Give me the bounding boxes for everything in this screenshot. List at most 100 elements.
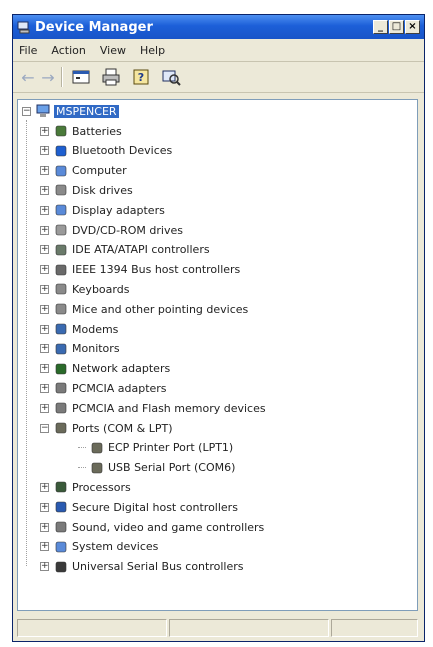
- title-bar[interactable]: Device Manager _ □ ×: [13, 15, 424, 39]
- expand-toggle-icon[interactable]: +: [40, 344, 49, 354]
- menu-action[interactable]: Action: [51, 44, 85, 57]
- expand-toggle-icon[interactable]: +: [40, 542, 49, 552]
- device-tree[interactable]: − MSPENCER + Batteries + Bluetooth Devices +…: [17, 99, 418, 611]
- print-button[interactable]: [99, 66, 123, 88]
- tree-item-label: Mice and other pointing devices: [72, 302, 249, 316]
- collapse-toggle-icon[interactable]: −: [22, 106, 31, 116]
- tree-category-item[interactable]: + PCMCIA and Flash memory devices: [40, 399, 266, 417]
- tree-item-label: USB Serial Port (COM6): [108, 461, 236, 475]
- expand-toggle-icon[interactable]: +: [40, 126, 49, 136]
- tree-category-item[interactable]: + IEEE 1394 Bus host controllers: [40, 261, 240, 279]
- tree-category-item[interactable]: + Monitors: [40, 340, 120, 358]
- tree-item-label: Keyboards: [72, 282, 130, 296]
- expand-toggle-icon[interactable]: +: [40, 225, 49, 235]
- collapse-toggle-icon[interactable]: −: [40, 423, 49, 433]
- mouse-icon: [55, 303, 67, 315]
- tree-category-item[interactable]: − Ports (COM & LPT): [40, 419, 173, 437]
- tree-item-label: PCMCIA and Flash memory devices: [72, 401, 266, 415]
- tree-category-item[interactable]: + PCMCIA adapters: [40, 379, 167, 397]
- expand-toggle-icon[interactable]: +: [40, 522, 49, 532]
- expand-toggle-icon[interactable]: +: [40, 562, 49, 572]
- tree-device-item[interactable]: ECP Printer Port (LPT1): [78, 439, 233, 457]
- tree-category-item[interactable]: + Mice and other pointing devices: [40, 300, 248, 318]
- expand-toggle-icon[interactable]: +: [40, 304, 49, 314]
- tree-category-item[interactable]: + IDE ATA/ATAPI controllers: [40, 241, 210, 259]
- sd-controller-icon: [55, 501, 67, 513]
- network-adapter-icon: [55, 363, 67, 374]
- tree-item-label: Ports (COM & LPT): [72, 421, 173, 435]
- close-button[interactable]: ×: [405, 20, 420, 34]
- menu-view[interactable]: View: [100, 44, 126, 57]
- expand-toggle-icon[interactable]: +: [40, 403, 49, 413]
- expand-toggle-icon[interactable]: +: [40, 482, 49, 492]
- tree-category-item[interactable]: + Secure Digital host controllers: [40, 498, 238, 516]
- menu-help[interactable]: Help: [140, 44, 165, 57]
- computer-icon: [55, 165, 67, 176]
- forward-arrow-icon[interactable]: →: [39, 66, 57, 88]
- menu-bar: File Action View Help: [13, 39, 424, 62]
- tree-category-item[interactable]: + Network adapters: [40, 360, 170, 378]
- tree-category-item[interactable]: + Modems: [40, 320, 118, 338]
- tree-category-item[interactable]: + Sound, video and game controllers: [40, 518, 264, 536]
- bluetooth-icon: [55, 145, 67, 157]
- tree-category-item[interactable]: + Batteries: [40, 122, 122, 140]
- tree-root[interactable]: − MSPENCER: [22, 102, 119, 120]
- expand-toggle-icon[interactable]: +: [40, 324, 49, 334]
- expand-toggle-icon[interactable]: +: [40, 284, 49, 294]
- minimize-button[interactable]: _: [373, 20, 388, 34]
- menu-file[interactable]: File: [19, 44, 37, 57]
- tree-item-label: ECP Printer Port (LPT1): [108, 441, 234, 455]
- tree-item-label: Computer: [72, 164, 127, 178]
- device-manager-icon: [17, 21, 30, 34]
- ide-controller-icon: [55, 244, 67, 256]
- tree-item-label: Secure Digital host controllers: [72, 500, 238, 514]
- expand-toggle-icon[interactable]: +: [40, 166, 49, 176]
- tree-item-label: PCMCIA adapters: [72, 381, 167, 395]
- tree-item-label: Processors: [72, 480, 131, 494]
- back-arrow-icon[interactable]: ←: [19, 66, 37, 88]
- scan-hardware-icon: [162, 70, 181, 86]
- tree-category-item[interactable]: + Computer: [40, 162, 127, 180]
- help-button[interactable]: ?: [129, 66, 153, 88]
- tree-item-label: Display adapters: [72, 203, 165, 217]
- expand-toggle-icon[interactable]: +: [40, 205, 49, 215]
- tree-item-label: Universal Serial Bus controllers: [72, 560, 244, 574]
- modem-icon: [55, 323, 67, 335]
- maximize-button[interactable]: □: [389, 20, 404, 34]
- toolbar: ← → ?: [13, 62, 424, 93]
- tree-category-item[interactable]: + Display adapters: [40, 201, 165, 219]
- expand-toggle-icon[interactable]: +: [40, 146, 49, 156]
- tree-item-label: Batteries: [72, 124, 122, 138]
- tree-item-label: IDE ATA/ATAPI controllers: [72, 243, 210, 257]
- expand-toggle-icon[interactable]: +: [40, 245, 49, 255]
- device-manager-window: Device Manager _ □ × File Action View He…: [12, 14, 425, 642]
- root-computer-label: MSPENCER: [54, 104, 119, 118]
- toolbar-separator: [61, 67, 63, 87]
- tree-category-item[interactable]: + Keyboards: [40, 280, 129, 298]
- ieee1394-icon: [55, 264, 67, 275]
- port-icon: [55, 422, 67, 434]
- scan-hardware-button[interactable]: [159, 66, 183, 88]
- expand-toggle-icon[interactable]: +: [40, 383, 49, 393]
- processor-icon: [55, 482, 67, 493]
- expand-toggle-icon[interactable]: +: [40, 185, 49, 195]
- tree-category-item[interactable]: + Bluetooth Devices: [40, 142, 172, 160]
- expand-toggle-icon[interactable]: +: [40, 364, 49, 374]
- sound-icon: [55, 521, 67, 533]
- tree-category-item[interactable]: + System devices: [40, 538, 158, 556]
- expand-toggle-icon[interactable]: +: [40, 265, 49, 275]
- keyboard-icon: [55, 284, 67, 295]
- tree-item-label: Monitors: [72, 342, 120, 356]
- disk-drive-icon: [55, 185, 67, 196]
- properties-button[interactable]: [69, 66, 93, 88]
- tree-category-item[interactable]: + Universal Serial Bus controllers: [40, 558, 243, 576]
- cdrom-icon: [55, 224, 67, 236]
- expand-toggle-icon[interactable]: +: [40, 502, 49, 512]
- status-pane-1: [17, 619, 167, 637]
- tree-category-item[interactable]: + DVD/CD-ROM drives: [40, 221, 183, 239]
- tree-connector: [78, 447, 86, 449]
- tree-device-item[interactable]: USB Serial Port (COM6): [78, 459, 235, 477]
- window-title: Device Manager: [35, 19, 153, 35]
- tree-category-item[interactable]: + Disk drives: [40, 181, 133, 199]
- tree-category-item[interactable]: + Processors: [40, 478, 131, 496]
